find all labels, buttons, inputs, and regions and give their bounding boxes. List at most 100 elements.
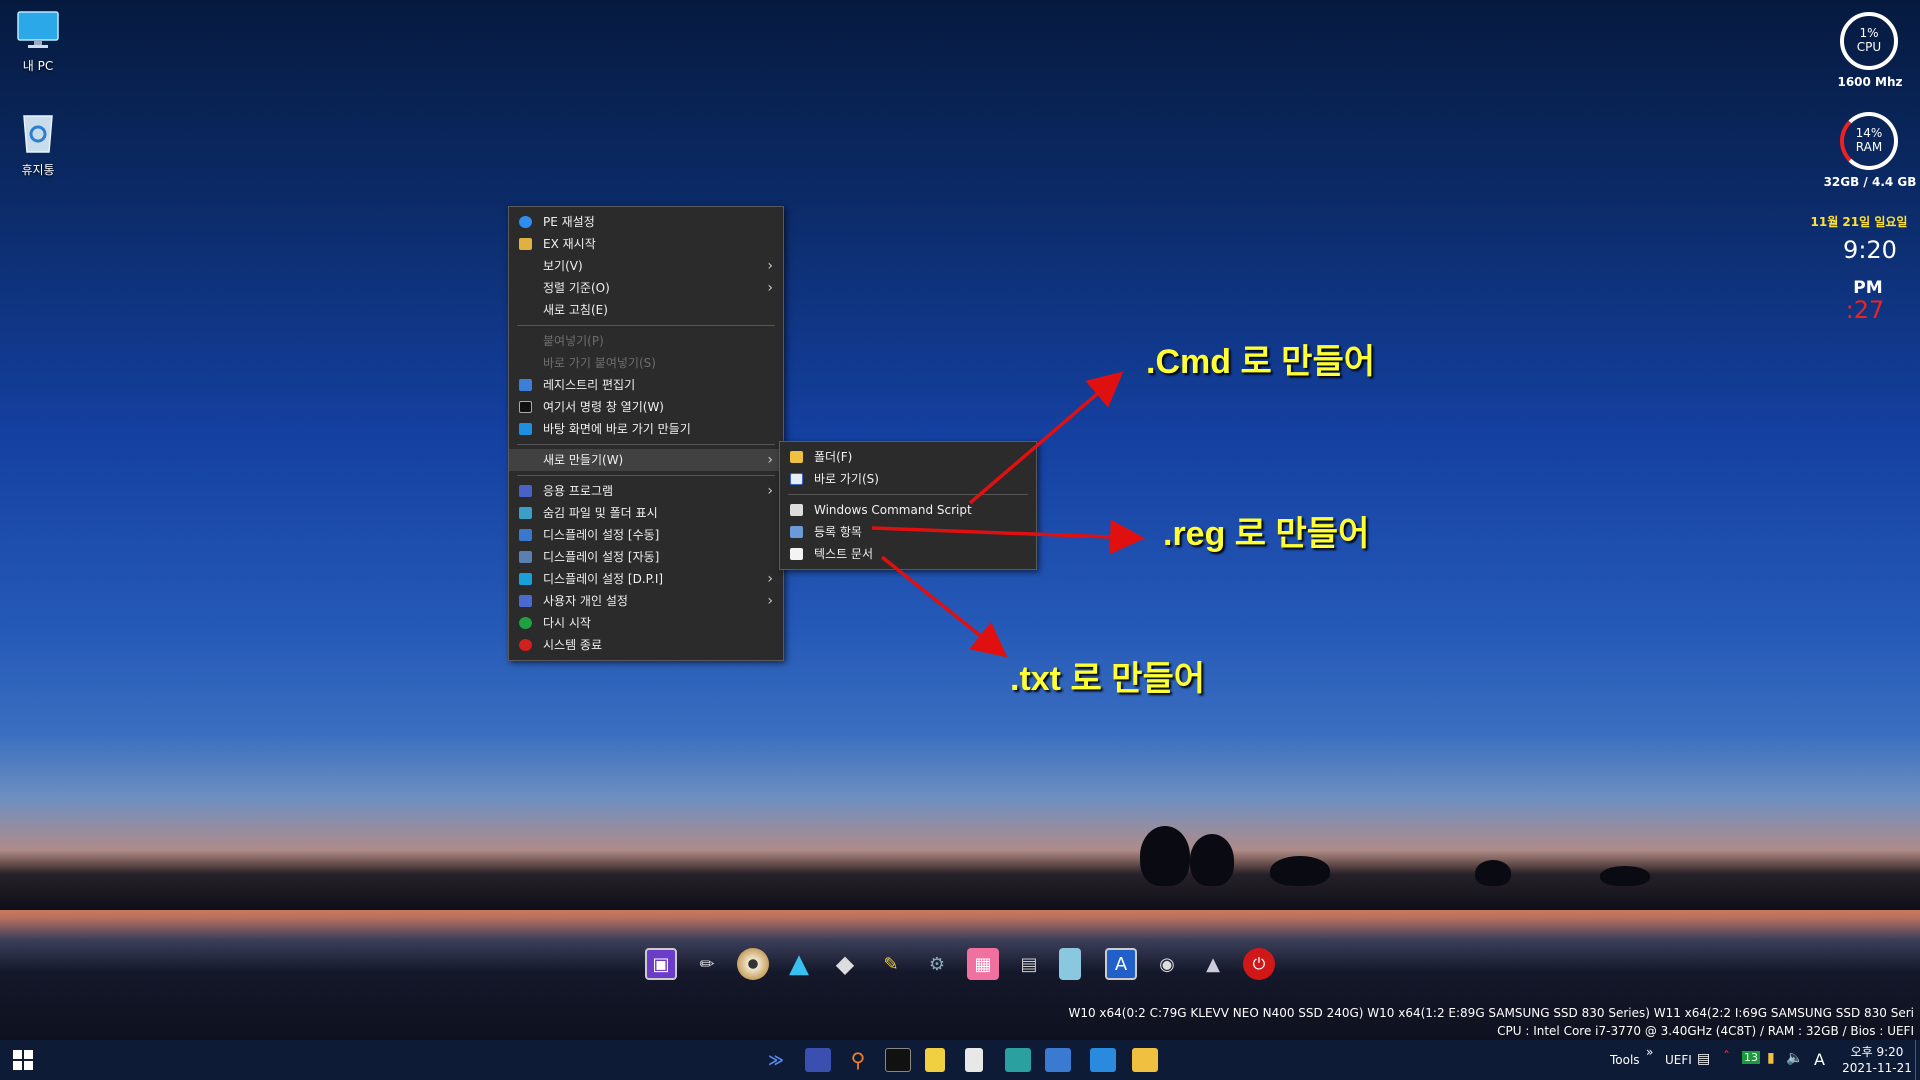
cpu-label: CPU (1856, 40, 1882, 54)
submenu-item-reg-entry[interactable]: 등록 항목 (780, 521, 1036, 543)
personalize-icon (519, 595, 532, 607)
taskbar-registry-icon[interactable] (965, 1048, 983, 1072)
cpu-frequency: 1600 Mhz (1837, 75, 1903, 89)
monitor-icon (17, 11, 59, 48)
dock-camera-tool[interactable]: ◉ (1151, 948, 1183, 980)
taskbar-save-icon[interactable] (805, 1048, 831, 1072)
ram-label: RAM (1855, 140, 1883, 154)
menu-item-display-manual[interactable]: 디스플레이 설정 [수동] (509, 524, 783, 546)
ime-indicator[interactable]: A (1814, 1050, 1825, 1069)
wallpaper-tree (1270, 856, 1330, 886)
wallpaper-tree (1475, 860, 1511, 886)
submenu-item-folder[interactable]: 폴더(F) (780, 446, 1036, 468)
reg-file-icon (790, 526, 803, 538)
submenu-item-text-document[interactable]: 텍스트 문서 (780, 543, 1036, 565)
menu-item-personalize[interactable]: 사용자 개인 설정 › (509, 590, 783, 612)
submenu-item-shortcut[interactable]: 바로 가기(S) (780, 468, 1036, 490)
desktop-icon-this-pc[interactable]: 내 PC (0, 10, 76, 74)
recycle-bin-icon (23, 115, 53, 153)
cpu-percent: 1% (1859, 26, 1879, 40)
dock-cpu-tool[interactable]: ▣ (645, 948, 677, 980)
disk-info-line: W10 x64(0:2 C:79G KLEVV NEO N400 SSD 240… (1068, 1006, 1914, 1020)
taskbar-tool-icon[interactable]: ≫ (763, 1048, 789, 1072)
dock-diamond-tool[interactable]: ◆ (829, 948, 861, 980)
desktop-context-menu: PE 재설정 EX 재시작 보기(V) › 정렬 기준(O) › 새로 고침(E) … (508, 206, 784, 661)
taskbar-capture-icon[interactable] (1090, 1048, 1116, 1072)
taskbar-cmd-icon[interactable] (885, 1048, 911, 1072)
tools-toolbar-label[interactable]: Tools (1610, 1053, 1640, 1067)
chevron-right-icon: › (767, 280, 773, 296)
clock-seconds: :27 (1845, 296, 1885, 324)
menu-item-sort-by[interactable]: 정렬 기준(O) › (509, 277, 783, 299)
taskbar-search-icon[interactable]: ⚲ (845, 1048, 871, 1072)
refresh-icon (519, 216, 532, 228)
clock-time: 9:20 (1843, 236, 1897, 264)
menu-item-paste-shortcut: 바로 가기 붙여넣기(S) (543, 356, 656, 370)
menu-separator (788, 494, 1028, 495)
desktop-shortcut-icon (519, 423, 532, 435)
menu-item-display-dpi[interactable]: 디스플레이 설정 [D.P.I] › (509, 568, 783, 590)
ram-percent: 14% (1855, 126, 1883, 140)
menu-item-open-cmd[interactable]: 여기서 명령 창 열기(W) (509, 396, 783, 418)
menu-separator (517, 475, 775, 476)
menu-item-pe-reset[interactable]: PE 재설정 (509, 211, 783, 233)
taskbar-display-icon[interactable] (1005, 1048, 1031, 1072)
dock-rocket-tool[interactable]: ▲ (1197, 948, 1229, 980)
chevron-right-icon: › (767, 571, 773, 587)
network-tray-icon[interactable]: ▤ (1697, 1051, 1710, 1067)
dock-windows-tool[interactable]: ▦ (967, 948, 999, 980)
volume-icon[interactable]: 🔈 (1786, 1050, 1803, 1066)
tray-badge[interactable]: 13 (1742, 1051, 1760, 1064)
menu-item-restart[interactable]: 다시 시작 (509, 612, 783, 634)
windows-logo-icon (13, 1050, 33, 1070)
menu-item-refresh[interactable]: 새로 고침(E) (509, 299, 783, 321)
desktop-icon-recycle-bin[interactable]: 휴지통 (0, 110, 76, 178)
dock-edit-tool[interactable]: ✎ (875, 948, 907, 980)
display-auto-icon (519, 551, 532, 563)
cpu-info-line: CPU : Intel Core i7-3770 @ 3.40GHz (4C8T… (1497, 1024, 1914, 1038)
dock-usb-tool[interactable]: ✏ (691, 948, 723, 980)
dock-network-tool[interactable]: ⚙ (921, 948, 953, 980)
start-button[interactable] (10, 1048, 36, 1072)
explorer-icon (519, 238, 532, 250)
dock-text-tool[interactable]: A (1105, 948, 1137, 980)
taskbar-explorer-icon[interactable] (1132, 1048, 1158, 1072)
apps-icon (519, 485, 532, 497)
arrow-to-txt (880, 555, 1008, 658)
taskbar-notes-icon[interactable] (925, 1048, 945, 1072)
cpu-gauge: 1% CPU (1840, 12, 1898, 70)
chevron-more-icon[interactable]: » (1646, 1045, 1653, 1059)
dock-power-button[interactable]: ⏻ (1243, 948, 1275, 980)
hidden-files-icon (519, 507, 532, 519)
dock-drive-tool[interactable]: ▤ (1013, 948, 1045, 980)
menu-item-desktop-shortcut[interactable]: 바탕 화면에 바로 가기 만들기 (509, 418, 783, 440)
tray-chevron-up-icon[interactable]: ˆ (1723, 1050, 1730, 1066)
uefi-label: UEFI (1665, 1053, 1692, 1067)
cmd-icon (519, 401, 532, 413)
menu-item-view[interactable]: 보기(V) › (509, 255, 783, 277)
show-desktop-button[interactable] (1915, 1040, 1920, 1080)
menu-item-ex-restart[interactable]: EX 재시작 (509, 233, 783, 255)
ram-gauge: 14% RAM (1840, 112, 1898, 170)
taskbar: ≫ ⚲ Tools » UEFI ▤ ˆ 13 ▮ 🔈 A 오후 9:20 20… (0, 1040, 1920, 1080)
taskbar-clock-date[interactable]: 2021-11-21 (1840, 1061, 1914, 1075)
menu-item-registry-editor[interactable]: 레지스트리 편집기 (509, 374, 783, 396)
menu-item-applications[interactable]: 응용 프로그램 › (509, 480, 783, 502)
taskbar-clock-time[interactable]: 오후 9:20 (1845, 1043, 1909, 1060)
menu-separator (517, 444, 775, 445)
dock-disc-tool[interactable] (737, 948, 769, 980)
battery-icon[interactable]: ▮ (1767, 1050, 1775, 1066)
taskbar-network-icon[interactable] (1045, 1048, 1071, 1072)
chevron-right-icon: › (767, 452, 773, 468)
menu-separator (517, 325, 775, 326)
menu-item-show-hidden[interactable]: 숨김 파일 및 폴더 표시 (509, 502, 783, 524)
ram-detail: 32GB / 4.4 GB (1823, 175, 1917, 189)
dock-triangle-tool[interactable]: ▲ (783, 948, 815, 980)
menu-item-new[interactable]: 새로 만들기(W) › (509, 449, 783, 471)
menu-item-shutdown[interactable]: 시스템 종료 (509, 634, 783, 656)
submenu-item-cmd-script[interactable]: Windows Command Script (780, 499, 1036, 521)
menu-item-display-auto[interactable]: 디스플레이 설정 [자동] (509, 546, 783, 568)
dock-backup-tool[interactable] (1059, 948, 1081, 980)
wallpaper-tree (1600, 866, 1650, 886)
display-dpi-icon (519, 573, 532, 585)
